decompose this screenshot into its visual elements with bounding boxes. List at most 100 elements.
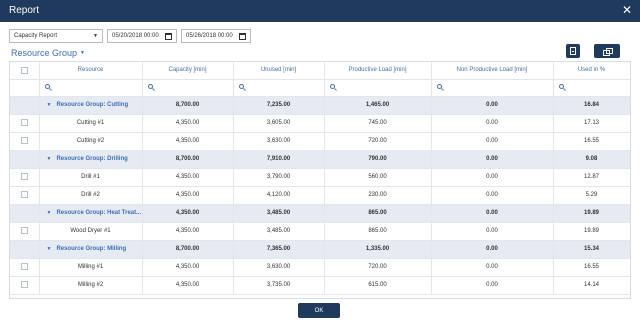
group-cell-empty xyxy=(10,204,40,223)
column-header-productive-load[interactable]: Productive Load [min] xyxy=(324,62,432,80)
checkbox[interactable] xyxy=(20,173,28,181)
unused-cell: 3,735.00 xyxy=(233,276,325,295)
unused-cell: 3,630.00 xyxy=(233,132,325,151)
unused-cell: 3,790.00 xyxy=(233,168,325,187)
column-chooser-button[interactable] xyxy=(594,44,620,58)
group-label-cell[interactable]: ▼ Resource Group: Cutting xyxy=(39,96,143,115)
filter-row xyxy=(10,79,630,97)
row-checkbox[interactable] xyxy=(10,168,40,187)
group-non-productive-load-cell: 0.00 xyxy=(431,240,554,259)
filter-unused[interactable] xyxy=(233,79,325,97)
date-to-value: 05/26/2018 00:00 xyxy=(186,33,233,39)
checkbox[interactable] xyxy=(20,227,28,235)
group-label-cell[interactable]: ▼ Resource Group: Drilling xyxy=(39,150,143,169)
group-row[interactable]: ▼ Resource Group: Cutting 8,700.00 7,235.00… xyxy=(10,96,630,115)
checkbox[interactable] xyxy=(20,119,28,127)
caret-down-icon: ▼ xyxy=(93,33,98,39)
column-header-resource[interactable]: Resource xyxy=(39,62,143,80)
column-header-capacity[interactable]: Capacity [min] xyxy=(142,62,234,80)
group-row[interactable]: ▼ Resource Group: Milling 8,700.00 7,365.00… xyxy=(10,240,630,259)
group-unused-cell: 3,485.00 xyxy=(233,204,325,223)
table-row[interactable]: Milling #1 4,350.00 3,630.00 720.00 0.00 16.5… xyxy=(10,258,630,277)
table-row[interactable]: Drill #2 4,350.00 4,120.00 230.00 0.00 5.29 xyxy=(10,186,630,205)
group-label-cell[interactable]: ▼ Resource Group: Heat Treat... xyxy=(39,204,143,223)
group-used-percent-cell: 15.34 xyxy=(553,240,630,259)
capacity-cell: 4,350.00 xyxy=(142,186,234,205)
group-label: Resource Group: Milling xyxy=(56,246,127,252)
group-by-selector[interactable]: Resource Group ▼ xyxy=(11,47,85,59)
column-header-used-percent[interactable]: Used in % xyxy=(553,62,630,80)
column-header-unused[interactable]: Unused [min] xyxy=(233,62,325,80)
checkbox[interactable] xyxy=(20,191,28,199)
unused-cell: 3,485.00 xyxy=(233,222,325,241)
group-row[interactable]: ▼ Resource Group: Heat Treat... 4,350.00 3,… xyxy=(10,204,630,223)
group-used-percent-cell: 9.08 xyxy=(553,150,630,169)
used-percent-cell: 14.14 xyxy=(553,276,630,295)
used-percent-cell: 17.13 xyxy=(553,114,630,133)
group-label-cell[interactable]: ▼ Resource Group: Milling xyxy=(39,240,143,259)
group-row[interactable]: ▼ Resource Group: Drilling 8,700.00 7,910.0… xyxy=(10,150,630,169)
group-capacity-cell: 8,700.00 xyxy=(142,150,234,169)
row-checkbox[interactable] xyxy=(10,276,40,295)
table-row[interactable]: Wood Dryer #1 4,350.00 3,485.00 865.00 0.00 1… xyxy=(10,222,630,241)
resource-cell: Cutting #2 xyxy=(39,132,143,151)
export-button[interactable] xyxy=(566,44,580,58)
collapse-chevron-icon[interactable]: ▼ xyxy=(47,246,52,252)
productive-load-cell: 230.00 xyxy=(324,186,432,205)
checkbox[interactable] xyxy=(20,281,28,289)
filter-productive-load[interactable] xyxy=(324,79,432,97)
row-checkbox[interactable] xyxy=(10,186,40,205)
collapse-chevron-icon[interactable]: ▼ xyxy=(47,156,52,162)
non-productive-load-cell: 0.00 xyxy=(431,186,554,205)
table-row[interactable]: Milling #2 4,350.00 3,735.00 615.00 0.00 14.1… xyxy=(10,276,630,295)
resource-cell: Wood Dryer #1 xyxy=(39,222,143,241)
checkbox[interactable] xyxy=(20,137,28,145)
row-checkbox[interactable] xyxy=(10,258,40,277)
productive-load-cell: 865.00 xyxy=(324,222,432,241)
calendar-icon[interactable] xyxy=(239,32,246,40)
group-by-label: Resource Group xyxy=(11,48,78,58)
search-icon xyxy=(329,84,335,89)
caret-down-icon: ▼ xyxy=(80,50,85,56)
report-type-dropdown[interactable]: Capacity Report ▼ xyxy=(9,29,103,43)
group-cell-empty xyxy=(10,240,40,259)
column-header-non-productive-load[interactable]: Non Productive Load [min] xyxy=(431,62,554,80)
calendar-icon[interactable] xyxy=(165,32,172,40)
row-checkbox[interactable] xyxy=(10,114,40,133)
date-to-field[interactable]: 05/26/2018 00:00 xyxy=(181,29,251,43)
table-row[interactable]: Cutting #2 4,350.00 3,630.00 720.00 0.00 16.5… xyxy=(10,132,630,151)
resource-cell: Cutting #1 xyxy=(39,114,143,133)
select-all-checkbox[interactable] xyxy=(10,62,40,80)
group-label: Resource Group: Cutting xyxy=(56,102,129,108)
productive-load-cell: 615.00 xyxy=(324,276,432,295)
resource-cell: Milling #1 xyxy=(39,258,143,277)
group-productive-load-cell: 865.00 xyxy=(324,204,432,223)
capacity-cell: 4,350.00 xyxy=(142,276,234,295)
filter-cell-empty xyxy=(10,79,40,97)
filter-capacity[interactable] xyxy=(142,79,234,97)
row-checkbox[interactable] xyxy=(10,132,40,151)
filter-used-percent[interactable] xyxy=(553,79,630,97)
date-from-field[interactable]: 05/20/2018 00:00 xyxy=(107,29,177,43)
collapse-chevron-icon[interactable]: ▼ xyxy=(47,102,52,108)
group-capacity-cell: 8,700.00 xyxy=(142,96,234,115)
date-from-value: 05/20/2018 00:00 xyxy=(112,33,159,39)
unused-cell: 3,605.00 xyxy=(233,114,325,133)
export-document-icon xyxy=(570,47,576,55)
row-checkbox[interactable] xyxy=(10,222,40,241)
resource-cell: Drill #2 xyxy=(39,186,143,205)
report-toolbar: Capacity Report ▼ 05/20/2018 00:00 05/26… xyxy=(9,29,251,43)
filter-resource[interactable] xyxy=(39,79,143,97)
window-titlebar: Report ✕ xyxy=(0,0,640,22)
filter-non-productive-load[interactable] xyxy=(431,79,554,97)
checkbox[interactable] xyxy=(20,263,28,271)
collapse-chevron-icon[interactable]: ▼ xyxy=(47,210,52,216)
group-used-percent-cell: 19.89 xyxy=(553,204,630,223)
close-icon[interactable]: ✕ xyxy=(622,3,632,17)
table-row[interactable]: Drill #1 4,350.00 3,790.00 560.00 0.00 12.87 xyxy=(10,168,630,187)
table-row[interactable]: Cutting #1 4,350.00 3,605.00 745.00 0.00 17.1… xyxy=(10,114,630,133)
ok-button[interactable]: OK xyxy=(298,303,340,318)
search-icon xyxy=(238,84,244,89)
search-icon xyxy=(558,84,564,89)
report-type-value: Capacity Report xyxy=(14,33,58,39)
